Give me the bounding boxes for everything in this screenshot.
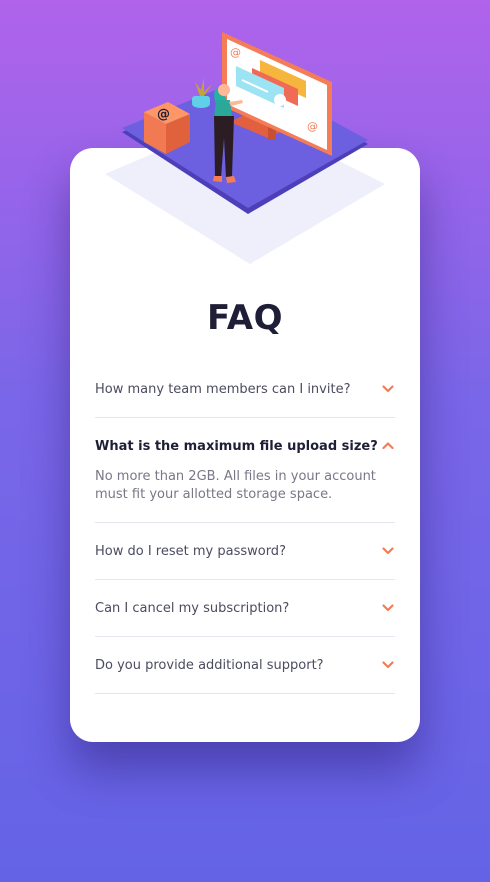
faq-item-additional-support[interactable]: Do you provide additional support? (95, 637, 395, 694)
woman-head (218, 84, 230, 96)
hero-illustration: @ @ @ (105, 32, 385, 264)
faq-question: How many team members can I invite? (95, 381, 351, 397)
faq-question-row[interactable]: Do you provide additional support? (95, 637, 395, 693)
chevron-down-icon[interactable] (382, 384, 394, 394)
faq-item-reset-password[interactable]: How do I reset my password? (95, 523, 395, 580)
faq-question-row[interactable]: What is the maximum file upload size? (95, 418, 395, 474)
at-icon-cube: @ (157, 107, 170, 122)
faq-question-row[interactable]: How many team members can I invite? (95, 361, 395, 417)
faq-list: How many team members can I invite? What… (95, 361, 395, 694)
at-icon-screen-top: @ (230, 46, 241, 59)
chevron-down-icon[interactable] (382, 603, 394, 613)
faq-item-cancel-subscription[interactable]: Can I cancel my subscription? (95, 580, 395, 637)
faq-answer: No more than 2GB. All files in your acco… (95, 469, 376, 502)
faq-question: How do I reset my password? (95, 543, 286, 559)
faq-question: Can I cancel my subscription? (95, 600, 290, 616)
chevron-down-icon[interactable] (382, 660, 394, 670)
faq-item-team-members[interactable]: How many team members can I invite? (95, 361, 395, 418)
chevron-down-icon[interactable] (382, 546, 394, 556)
faq-question: Do you provide additional support? (95, 657, 324, 673)
page-title: FAQ (206, 298, 284, 338)
faq-question-row[interactable]: Can I cancel my subscription? (95, 580, 395, 636)
woman-top (214, 100, 232, 118)
faq-question: What is the maximum file upload size? (95, 438, 378, 454)
faq-item-upload-size[interactable]: What is the maximum file upload size? No… (95, 418, 395, 523)
faq-question-row[interactable]: How do I reset my password? (95, 523, 395, 579)
at-icon-screen-bottom: @ (307, 120, 318, 133)
chevron-up-icon[interactable] (382, 441, 394, 451)
